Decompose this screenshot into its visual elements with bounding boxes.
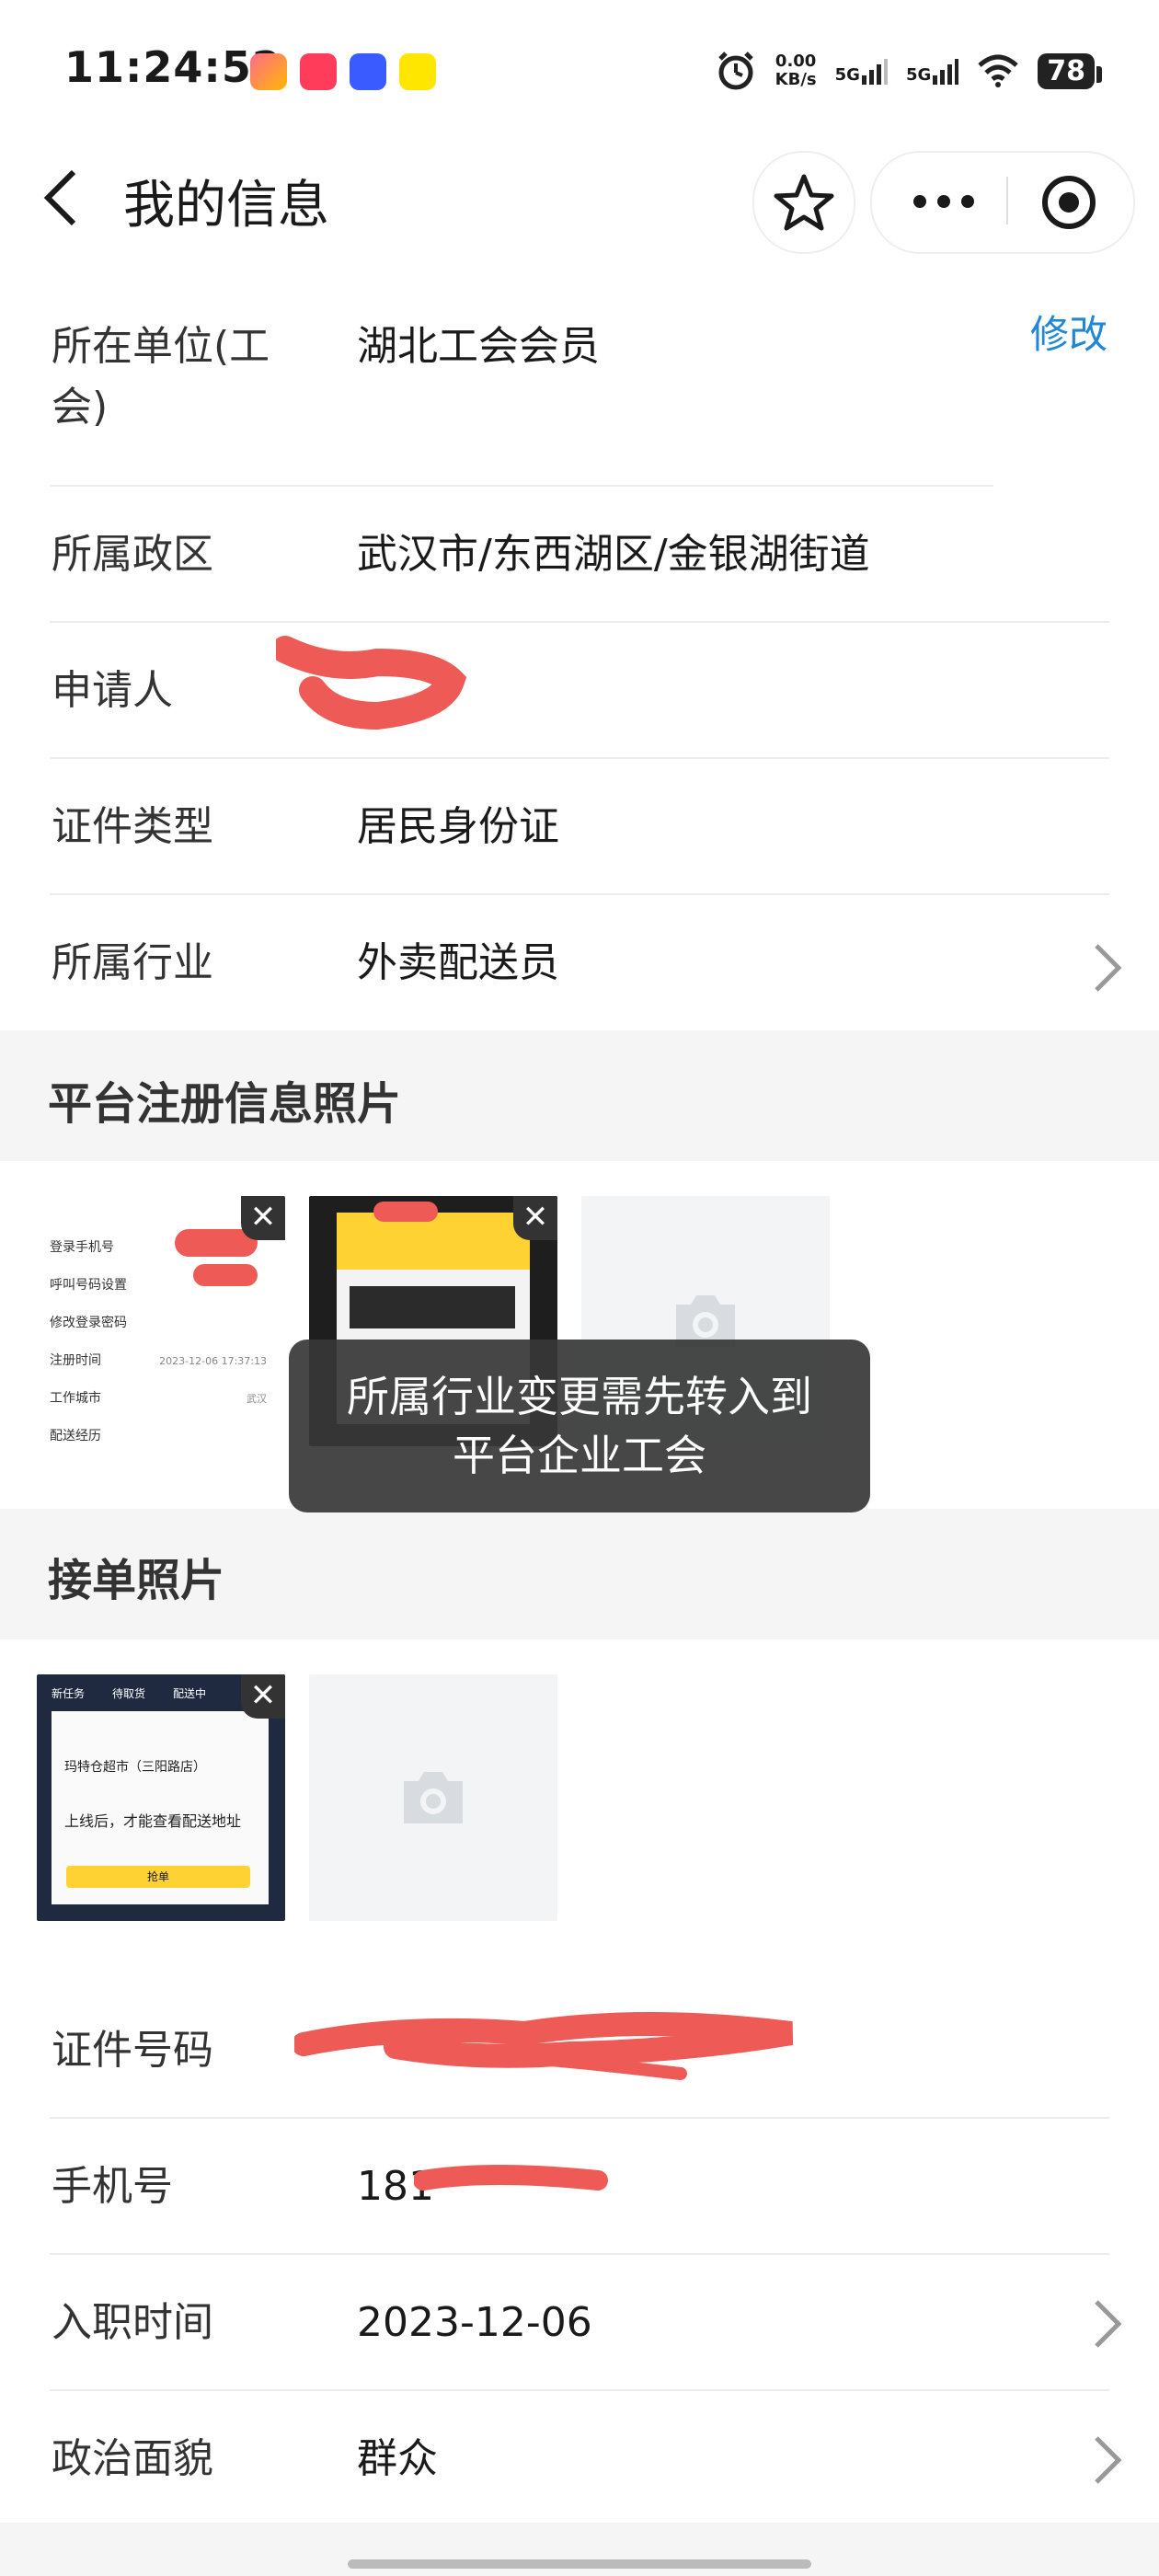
chevron-right-icon[interactable] xyxy=(1089,2432,1126,2488)
net-speed-value: 0.00 xyxy=(775,52,817,71)
divider xyxy=(50,2389,1109,2391)
capsule-menu xyxy=(870,151,1135,254)
photo-menu-item: 配送经历 xyxy=(50,1429,101,1443)
order-card: 玛特仓超市（三阳路店） 上线后，才能查看配送地址 抢单 xyxy=(52,1711,269,1904)
redaction-mark xyxy=(414,2165,608,2191)
redaction-mark xyxy=(193,1264,258,1286)
battery-indicator: 78 xyxy=(1038,52,1102,89)
photo-menu-row: 工作城市 武汉 xyxy=(50,1380,285,1418)
signal-1: 5G xyxy=(835,57,888,85)
close-icon[interactable]: ✕ xyxy=(241,1196,285,1240)
camera-icon xyxy=(404,1772,463,1823)
wifi-icon xyxy=(978,54,1018,87)
more-icon[interactable] xyxy=(911,188,977,215)
district-label: 所属政区 xyxy=(52,531,213,578)
order-store: 玛特仓超市（三阳路店） xyxy=(64,1760,206,1775)
section-title-platform: 平台注册信息照片 xyxy=(48,1078,402,1130)
toast-line2: 平台企业工会 xyxy=(453,1431,706,1480)
section-title-orders: 接单照片 xyxy=(48,1555,225,1606)
close-icon[interactable]: ✕ xyxy=(513,1196,557,1240)
order-tab: 新任务 xyxy=(52,1687,86,1700)
toast-message: 所属行业变更需先转入到 平台企业工会 xyxy=(289,1340,870,1512)
app-icon xyxy=(300,53,337,90)
favorite-button[interactable] xyxy=(752,151,855,254)
signal-label: 5G xyxy=(905,65,932,85)
edit-link[interactable]: 修改 xyxy=(1030,304,1107,360)
signal-label: 5G xyxy=(834,65,860,85)
photo-menu-list: 登录手机号 呼叫号码设置 修改登录密码 注册时间 2023-12-06 17:3… xyxy=(50,1229,285,1446)
order-tab: 待取货 xyxy=(112,1687,146,1700)
app-icon xyxy=(250,53,287,90)
home-indicator[interactable] xyxy=(348,2559,811,2569)
photo-ad-card xyxy=(350,1286,515,1328)
signal-bars-icon xyxy=(861,59,888,85)
alarm-icon xyxy=(717,52,753,90)
divider xyxy=(50,893,1109,895)
net-speed: 0.00 KB/s xyxy=(775,52,817,89)
district-value: 武汉市/东西湖区/金银湖街道 xyxy=(357,531,870,578)
industry-label: 所属行业 xyxy=(52,939,213,986)
close-icon[interactable]: ✕ xyxy=(241,1674,285,1719)
status-indicators: 0.00 KB/s 5G 5G 78 xyxy=(715,48,1102,94)
add-photo-placeholder[interactable] xyxy=(309,1674,557,1921)
divider xyxy=(50,2117,1109,2119)
photo-menu-city: 武汉 xyxy=(247,1393,267,1405)
photo-menu-time: 2023-12-06 17:37:13 xyxy=(159,1355,267,1367)
hire-date-value[interactable]: 2023-12-06 xyxy=(357,2293,592,2353)
unit-label: 所在单位(工 会) xyxy=(52,316,270,438)
target-icon[interactable] xyxy=(1041,175,1096,230)
chevron-right-icon[interactable] xyxy=(1089,940,1126,995)
id-number-label: 证件号码 xyxy=(52,2027,213,2074)
photo-menu-item: 注册时间 xyxy=(50,1353,101,1368)
app-icon xyxy=(399,53,436,90)
divider xyxy=(50,757,1109,759)
capsule-divider xyxy=(1006,177,1008,224)
divider xyxy=(50,485,993,487)
political-status-label: 政治面貌 xyxy=(52,2435,213,2482)
order-notice: 上线后，才能查看配送地址 xyxy=(64,1812,242,1830)
unit-value: 湖北工会会员 xyxy=(357,323,600,370)
photo-menu-item: 工作城市 xyxy=(50,1391,101,1406)
status-bar: 11:24:52 0.00 KB/s 5G 5G 78 xyxy=(0,0,1159,147)
page-title: 我的信息 xyxy=(123,176,329,236)
id-type-label: 证件类型 xyxy=(52,803,213,850)
order-tab: 配送中 xyxy=(173,1687,207,1700)
signal-2: 5G xyxy=(905,57,959,85)
chevron-right-icon[interactable] xyxy=(1089,2296,1126,2352)
applicant-label: 申请人 xyxy=(52,667,173,714)
industry-value[interactable]: 外卖配送员 xyxy=(357,933,559,994)
divider xyxy=(50,621,1109,623)
app-icon xyxy=(350,53,386,90)
net-speed-unit: KB/s xyxy=(775,70,817,89)
order-photo[interactable]: 新任务 待取货 配送中 玛特仓超市（三阳路店） 上线后，才能查看配送地址 抢单 … xyxy=(37,1674,285,1921)
political-status-value[interactable]: 群众 xyxy=(357,2429,438,2490)
redaction-mark xyxy=(276,636,467,730)
divider xyxy=(50,2253,1109,2255)
platform-photo-1[interactable]: 登录手机号 呼叫号码设置 修改登录密码 注册时间 2023-12-06 17:3… xyxy=(37,1196,285,1446)
toast-line1: 所属行业变更需先转入到 xyxy=(347,1372,812,1421)
star-icon xyxy=(774,174,834,231)
photo-menu-item: 修改登录密码 xyxy=(50,1316,127,1330)
unit-label-line2: 会) xyxy=(52,384,109,431)
phone-label: 手机号 xyxy=(52,2163,173,2210)
hire-date-label: 入职时间 xyxy=(52,2299,213,2346)
id-type-value: 居民身份证 xyxy=(357,803,559,850)
order-grab-button: 抢单 xyxy=(66,1866,250,1888)
photo-menu-row: 注册时间 2023-12-06 17:37:13 xyxy=(50,1342,285,1380)
signal-bars-icon xyxy=(933,59,959,85)
unit-label-line1: 所在单位(工 xyxy=(52,323,270,370)
photo-yellow-banner xyxy=(337,1213,530,1270)
back-icon[interactable] xyxy=(39,161,94,235)
redaction-mark xyxy=(373,1202,438,1222)
redaction-mark xyxy=(294,2012,794,2080)
order-tabs: 新任务 待取货 配送中 xyxy=(52,1685,206,1701)
